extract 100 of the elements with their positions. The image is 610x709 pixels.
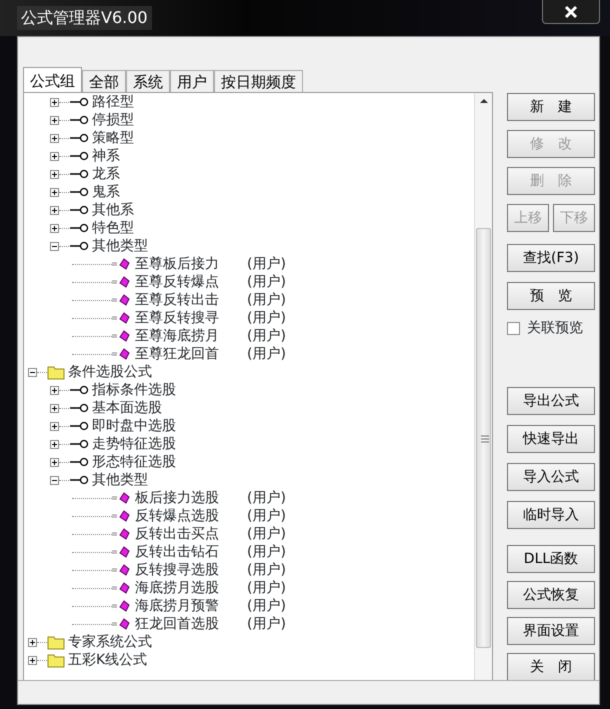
tree-item-label[interactable]: 其他类型: [92, 237, 148, 255]
collapse-icon[interactable]: [28, 368, 37, 376]
formula-name[interactable]: 至尊反转爆点: [135, 273, 219, 291]
folder-icon: [47, 652, 65, 668]
formula-name[interactable]: 反转搜寻选股: [135, 561, 219, 579]
formula-name[interactable]: 至尊海底捞月: [135, 327, 219, 345]
close-button[interactable]: [542, 0, 600, 24]
expand-icon[interactable]: [50, 188, 59, 196]
formula-source: (用户): [247, 597, 286, 615]
tab[interactable]: 公式组: [23, 67, 82, 92]
expand-icon[interactable]: [50, 458, 59, 466]
formula-source: (用户): [247, 345, 286, 363]
formula-source: (用户): [247, 579, 286, 597]
tab[interactable]: 全部: [82, 70, 126, 92]
formula-source: (用户): [247, 543, 286, 561]
formula-source: (用户): [247, 309, 286, 327]
expand-icon[interactable]: [50, 134, 59, 142]
key-icon: [69, 457, 89, 467]
expand-icon[interactable]: [50, 440, 59, 448]
tree-item-label[interactable]: 策略型: [92, 129, 134, 147]
key-icon: [69, 223, 89, 233]
formula-name[interactable]: 至尊反转出击: [135, 291, 219, 309]
button[interactable]: 界面设置: [507, 617, 595, 645]
button[interactable]: 关 闭: [507, 653, 595, 681]
tree-item-label[interactable]: 龙系: [92, 165, 120, 183]
formula-name[interactable]: 海底捞月预警: [135, 597, 219, 615]
expand-icon[interactable]: [50, 206, 59, 214]
formula-name[interactable]: 至尊狂龙回首: [135, 345, 219, 363]
button[interactable]: 快速导出: [507, 425, 595, 453]
tree-item-label[interactable]: 特色型: [92, 219, 134, 237]
folder-icon: [47, 634, 65, 650]
key-icon: [69, 241, 89, 251]
close-icon: [564, 4, 578, 19]
key-icon: [69, 439, 89, 449]
formula-source: (用户): [247, 327, 286, 345]
formula-name[interactable]: 反转出击钻石: [135, 543, 219, 561]
preview-checkbox[interactable]: 关联预览: [507, 318, 595, 339]
formula-name[interactable]: 至尊板后接力: [135, 255, 219, 273]
tree-item-label[interactable]: 即时盘中选股: [92, 417, 176, 435]
button[interactable]: DLL函数: [507, 545, 595, 573]
formula-source: (用户): [247, 489, 286, 507]
formula-name[interactable]: 狂龙回首选股: [135, 615, 219, 633]
tree-item-label[interactable]: 条件选股公式: [68, 363, 152, 381]
tree-item-label[interactable]: 其他系: [92, 201, 134, 219]
tree-item-label[interactable]: 指标条件选股: [92, 381, 176, 399]
button[interactable]: 预 览: [507, 282, 595, 310]
formula-name[interactable]: 板后接力选股: [135, 489, 219, 507]
tree-item-label[interactable]: 走势特征选股: [92, 435, 176, 453]
key-icon: [69, 169, 89, 179]
expand-icon[interactable]: [28, 638, 37, 646]
tree-item-label[interactable]: 鬼系: [92, 183, 120, 201]
tree-item-label[interactable]: 形态特征选股: [92, 453, 176, 471]
vertical-scrollbar[interactable]: [474, 93, 492, 680]
formula-source: (用户): [247, 507, 286, 525]
tree-item-label[interactable]: 基本面选股: [92, 399, 162, 417]
collapse-icon[interactable]: [50, 242, 59, 250]
expand-icon[interactable]: [50, 152, 59, 160]
tree-item-label[interactable]: 专家系统公式: [68, 633, 152, 651]
formula-name[interactable]: 海底捞月选股: [135, 579, 219, 597]
expand-icon[interactable]: [50, 170, 59, 178]
expand-icon[interactable]: [50, 224, 59, 232]
tree-item-label[interactable]: 神系: [92, 147, 120, 165]
collapse-icon[interactable]: [50, 476, 59, 484]
formula-source: (用户): [247, 615, 286, 633]
formula-source: (用户): [247, 291, 286, 309]
expand-icon[interactable]: [50, 386, 59, 394]
key-icon: [69, 475, 89, 485]
tree-item-label[interactable]: 停损型: [92, 111, 134, 129]
formula-name[interactable]: 至尊反转搜寻: [135, 309, 219, 327]
button[interactable]: 临时导入: [507, 501, 595, 529]
key-icon: [69, 187, 89, 197]
folder-icon: [47, 364, 65, 380]
formula-name[interactable]: 反转爆点选股: [135, 507, 219, 525]
expand-icon[interactable]: [28, 656, 37, 664]
window-title: 公式管理器V6.00: [17, 6, 152, 30]
tab[interactable]: 系统: [126, 70, 170, 92]
key-icon: [69, 133, 89, 143]
tab[interactable]: 按日期频度: [214, 70, 303, 92]
scroll-thumb[interactable]: [476, 228, 491, 648]
formula-source: (用户): [247, 255, 286, 273]
button[interactable]: 公式恢复: [507, 581, 595, 609]
tree-item-label[interactable]: 五彩K线公式: [68, 651, 148, 669]
key-icon: [69, 421, 89, 431]
expand-icon[interactable]: [50, 98, 59, 106]
expand-icon[interactable]: [50, 116, 59, 124]
tab[interactable]: 用户: [170, 70, 214, 92]
button[interactable]: 导入公式: [507, 463, 595, 491]
key-icon: [69, 205, 89, 215]
tree-item-label[interactable]: 路径型: [92, 93, 134, 111]
formula-source: (用户): [247, 273, 286, 291]
expand-icon[interactable]: [50, 404, 59, 412]
button[interactable]: 导出公式: [507, 387, 595, 415]
formula-name[interactable]: 反转出击买点: [135, 525, 219, 543]
key-icon: [69, 151, 89, 161]
formula-source: (用户): [247, 561, 286, 579]
button[interactable]: 新 建: [507, 93, 595, 121]
button[interactable]: 查找(F3): [507, 244, 595, 272]
tree-item-label[interactable]: 其他类型: [92, 471, 148, 489]
expand-icon[interactable]: [50, 422, 59, 430]
key-icon: [69, 115, 89, 125]
